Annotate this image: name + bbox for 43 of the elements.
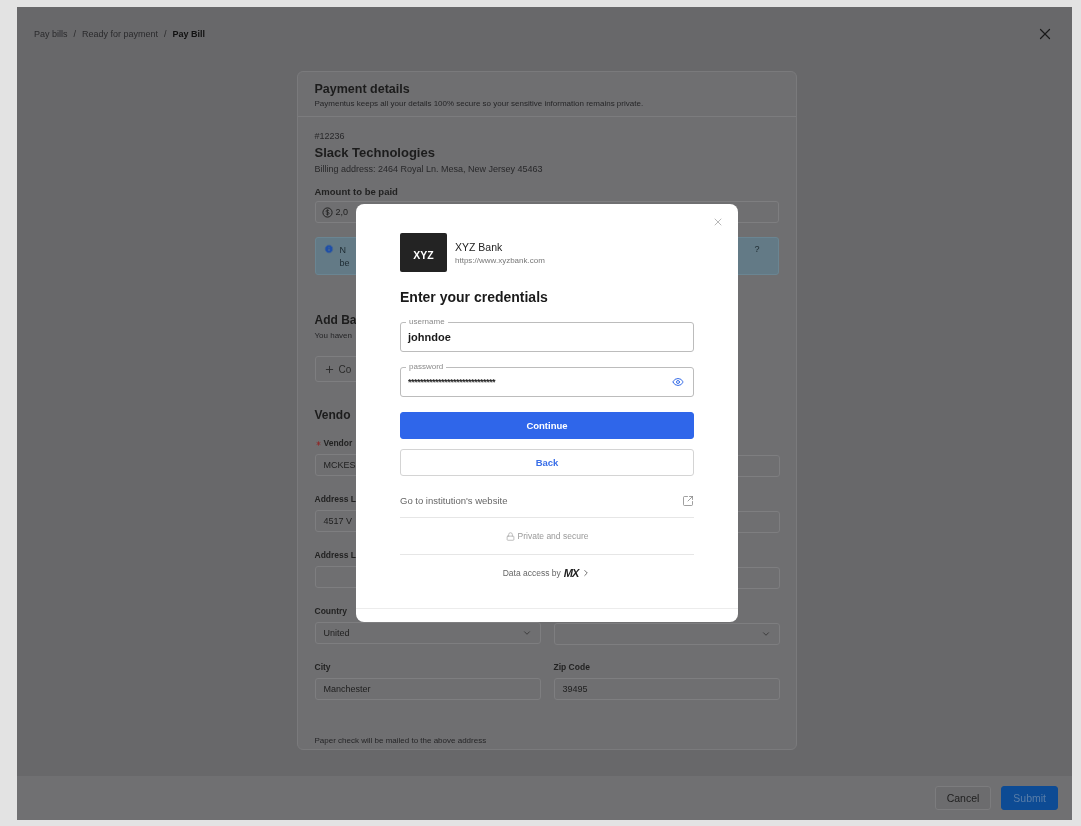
mail-note: Paper check will be mailed to the above address (314, 736, 487, 745)
amount-label: Amount to be paid (314, 186, 399, 197)
field-label: Address L (314, 550, 357, 560)
vendor-name: Slack Technologies (314, 145, 436, 160)
select-field[interactable]: United (314, 622, 541, 644)
eye-icon[interactable] (672, 376, 684, 388)
external-link-icon[interactable] (682, 494, 694, 507)
breadcrumb-separator: / (73, 29, 77, 39)
field-label: Zip Code (553, 662, 590, 672)
field-label: Address L (314, 494, 357, 504)
field-label: City (314, 662, 331, 672)
chevron-down-icon (760, 629, 771, 639)
field-label: Country (314, 606, 348, 616)
dollar-icon (321, 206, 333, 218)
banner-text: N be (339, 244, 350, 270)
data-access-link[interactable]: Data access by MX (502, 567, 592, 579)
submit-button[interactable]: Submit (1001, 786, 1058, 810)
input-field[interactable]: Manchester (314, 678, 541, 700)
section-title: Add Ba (314, 313, 357, 327)
cancel-button[interactable]: Cancel (934, 786, 992, 810)
bill-number: #12236 (314, 131, 345, 141)
breadcrumb-separator: / (164, 29, 167, 39)
bank-logo: XYZ (400, 233, 447, 272)
back-button[interactable]: Back (400, 449, 694, 476)
lock-icon (505, 531, 515, 541)
card-title: Payment details (314, 82, 411, 96)
website-link[interactable]: Go to institution's website (400, 495, 508, 506)
field-label: Vendor (323, 438, 353, 448)
bank-name: XYZ Bank (455, 240, 504, 253)
dialog-heading: Enter your credentials (400, 289, 549, 305)
info-icon (323, 244, 334, 254)
chevron-down-icon (521, 628, 532, 638)
input-field[interactable]: 39495 (553, 678, 780, 700)
close-icon[interactable] (712, 216, 724, 228)
bank-url: https://www.xyzbank.com (455, 255, 545, 265)
banner-text: ? (754, 244, 760, 254)
security-note: Private and secure (517, 531, 589, 541)
select-field[interactable] (553, 623, 780, 645)
breadcrumb-item[interactable]: Pay Bill (172, 29, 206, 39)
billing-address: Billing address: 2464 Royal Ln. Mesa, New Jersey 45463 (314, 164, 543, 174)
continue-button[interactable]: Continue (400, 412, 694, 439)
section-title: Vendo (314, 408, 351, 422)
plus-icon (323, 363, 335, 375)
